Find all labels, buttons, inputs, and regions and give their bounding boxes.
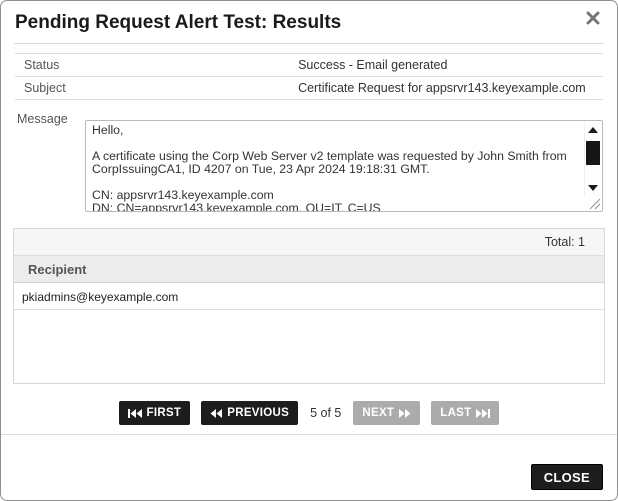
message-scrollbar[interactable] [584,122,601,196]
close-icon [586,11,600,25]
dialog-header: Pending Request Alert Test: Results [1,1,617,34]
recipient-column-header: Recipient [14,256,604,283]
skip-to-first-icon [128,409,142,418]
pending-request-alert-results-dialog: Pending Request Alert Test: Results Stat… [0,0,618,501]
double-arrow-right-icon [399,409,411,418]
dialog-footer: CLOSE [1,434,617,490]
previous-page-button[interactable]: PREVIOUS [201,401,298,425]
total-bar: Total: 1 [14,229,604,256]
dialog-title: Pending Request Alert Test: Results [15,12,601,34]
total-count: Total: 1 [545,235,585,249]
skip-to-last-icon [476,409,490,418]
message-textarea[interactable]: Hello, A certificate using the Corp Web … [85,120,603,212]
header-divider [14,43,604,44]
scrollbar-thumb[interactable] [586,141,600,165]
message-label: Message [17,112,85,212]
resize-grip-icon[interactable] [588,197,601,210]
subject-value: Certificate Request for appsrvr143.keyex… [298,81,595,95]
previous-page-label: PREVIOUS [227,407,289,419]
message-box-wrap: Hello, A certificate using the Corp Web … [85,120,603,212]
close-button[interactable]: CLOSE [531,464,603,490]
scroll-down-arrow-icon[interactable] [588,185,598,191]
status-value: Success - Email generated [298,58,595,72]
first-page-label: FIRST [147,407,182,419]
close-x-button[interactable] [584,9,602,27]
pagination: FIRST PREVIOUS 5 of 5 NEXT LAST [1,401,617,425]
message-text: Hello, A certificate using the Corp Web … [86,121,602,211]
scroll-up-arrow-icon[interactable] [588,127,598,133]
status-row: Status Success - Email generated [15,54,603,77]
message-section: Message Hello, A certificate using the C… [17,112,603,212]
status-label: Status [24,58,298,72]
recipient-row: pkiadmins@keyexample.com [14,283,604,310]
recipients-table: Total: 1 Recipient pkiadmins@keyexample.… [13,228,605,384]
details-table: Status Success - Email generated Subject… [15,53,603,100]
last-page-label: LAST [440,407,471,419]
subject-row: Subject Certificate Request for appsrvr1… [15,77,603,100]
next-page-button[interactable]: NEXT [353,401,420,425]
next-page-label: NEXT [362,407,394,419]
page-status: 5 of 5 [310,406,341,420]
last-page-button[interactable]: LAST [431,401,499,425]
double-arrow-left-icon [210,409,222,418]
table-empty-area [14,310,604,383]
first-page-button[interactable]: FIRST [119,401,191,425]
subject-label: Subject [24,81,298,95]
